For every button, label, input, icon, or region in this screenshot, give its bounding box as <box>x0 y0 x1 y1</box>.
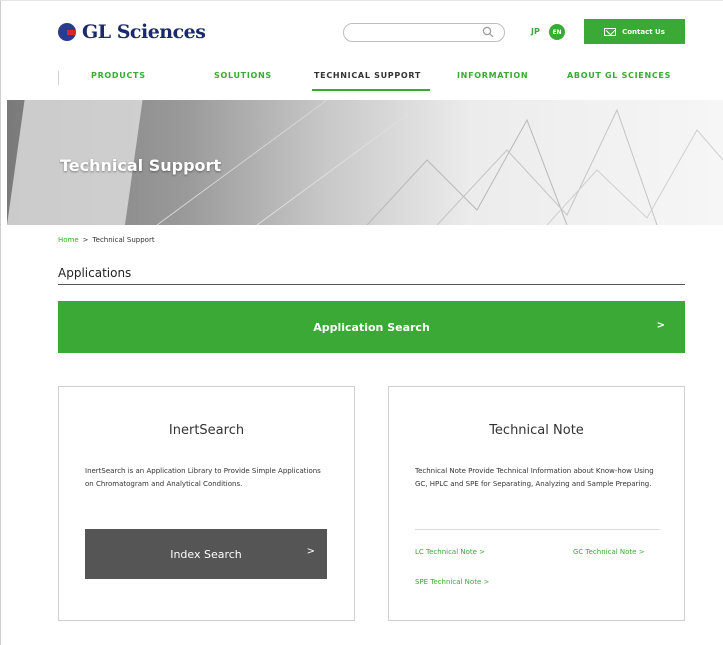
main-nav: PRODUCTS SOLUTIONS TECHNICAL SUPPORT INF… <box>58 69 685 91</box>
language-en-button[interactable]: EN <box>549 24 565 40</box>
technical-note-description: Technical Note Provide Technical Informa… <box>415 467 654 488</box>
nav-item-technical-support[interactable]: TECHNICAL SUPPORT <box>314 71 421 80</box>
breadcrumb-separator: > <box>82 236 89 244</box>
logo-text: GL Sciences <box>82 21 206 43</box>
inertsearch-description: InertSearch is an Application Library to… <box>85 467 321 488</box>
technical-note-card: Technical Note Technical Note Provide Te… <box>388 386 685 621</box>
index-search-label: Index Search <box>170 547 242 561</box>
hero-title: Technical Support <box>60 156 222 175</box>
section-divider <box>58 284 685 285</box>
inertsearch-title: InertSearch <box>168 423 245 438</box>
search-input[interactable] <box>343 23 505 42</box>
nav-divider <box>58 71 59 85</box>
spe-technical-note-link[interactable]: SPE Technical Note > <box>415 578 489 586</box>
index-search-button[interactable]: Index Search > <box>85 529 327 579</box>
mail-icon <box>604 27 617 36</box>
nav-active-underline <box>312 89 430 91</box>
nav-item-information[interactable]: INFORMATION <box>457 71 528 80</box>
inertsearch-card: InertSearch InertSearch is an Applicatio… <box>58 386 355 621</box>
application-search-label: Application Search <box>313 320 430 334</box>
breadcrumb: Home > Technical Support <box>58 236 155 244</box>
technical-note-title: Technical Note <box>489 423 584 438</box>
lc-technical-note-link[interactable]: LC Technical Note > <box>415 548 485 556</box>
applications-heading: Applications <box>58 266 132 280</box>
breadcrumb-current: Technical Support <box>92 236 155 244</box>
gc-technical-note-link[interactable]: GC Technical Note > <box>573 548 645 556</box>
hero-banner: Technical Support <box>7 100 723 225</box>
nav-item-products[interactable]: PRODUCTS <box>91 71 146 80</box>
breadcrumb-home-link[interactable]: Home <box>58 236 79 244</box>
gl-sciences-logo[interactable]: GL Sciences <box>58 21 206 43</box>
nav-item-about-gl-sciences[interactable]: ABOUT GL SCIENCES <box>567 71 671 80</box>
chevron-right-icon: > <box>656 320 665 331</box>
card-divider <box>415 529 660 530</box>
logo-mark-icon <box>58 23 76 41</box>
search-icon[interactable] <box>482 26 494 38</box>
chevron-right-icon: > <box>306 546 315 557</box>
application-search-button[interactable]: Application Search > <box>58 301 685 353</box>
language-jp-link[interactable]: JP <box>531 27 540 36</box>
contact-us-button[interactable]: Contact Us <box>584 19 685 44</box>
contact-us-label: Contact Us <box>622 27 665 36</box>
nav-item-solutions[interactable]: SOLUTIONS <box>214 71 272 80</box>
